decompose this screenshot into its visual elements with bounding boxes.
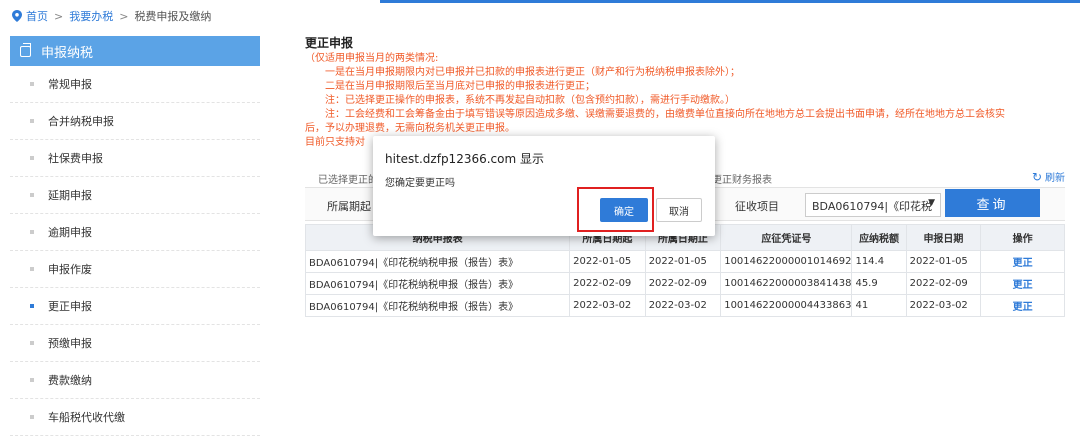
sidebar-item-label: 费款缴纳	[48, 374, 92, 387]
dialog-title: hitest.dzfp12366.com 显示	[385, 152, 544, 166]
bullet-icon	[30, 230, 34, 234]
selected-label: 已选择更正的	[318, 175, 378, 186]
note-line: 二是在当月申报期限后至当月底对已申报的申报表进行更正；	[325, 81, 595, 92]
sidebar-item-label: 更正申报	[48, 300, 92, 313]
top-bar: 首页 > 我要办税 > 税费申报及缴纳	[0, 0, 1080, 30]
cell-period-start: 2022-03-02	[569, 294, 646, 317]
cell-form: BDA0610794|《印花税纳税申报（报告）表》	[304, 250, 571, 273]
table-row: BDA0610794|《印花税纳税申报（报告）表》 2022-03-02 202…	[304, 294, 1065, 317]
sidebar-item-overdue-filing[interactable]: 逾期申报	[10, 214, 260, 251]
sidebar-item-label: 预缴申报	[48, 337, 92, 350]
filing-table: 纳税申报表 所属日期起 所属日期止 应征凭证号 应纳税额 申报日期 操作 BDA…	[304, 224, 1065, 317]
sidebar-item-prepayment-filing[interactable]: 预缴申报	[10, 325, 260, 362]
confirm-dialog: hitest.dzfp12366.com 显示 您确定要更正吗 确定 取消	[373, 136, 715, 236]
breadcrumb-level1-link[interactable]: 我要办税	[69, 8, 113, 24]
cell-period-start: 2022-01-05	[569, 250, 646, 273]
bullet-icon	[30, 304, 34, 308]
sidebar-item-label: 申报作废	[48, 263, 92, 276]
tax-item-select[interactable]: BDA0610794|《印花税 ▼	[805, 193, 941, 217]
tax-item-select-value: BDA0610794|《印花税	[812, 200, 933, 213]
cell-voucher-no: 10014622000004433863	[720, 294, 853, 317]
column-header: 操作	[980, 224, 1065, 251]
note-line: 注：已选择更正操作的申报表，系统不再发起自动扣款（包含预约扣款），需进行手动缴款…	[325, 95, 735, 106]
cell-filing-date: 2022-01-05	[905, 250, 982, 273]
refresh-icon: ↻	[1031, 169, 1042, 184]
table-row: BDA0610794|《印花税纳税申报（报告）表》 2022-02-09 202…	[304, 272, 1065, 295]
sidebar-item-label: 社保费申报	[48, 152, 103, 165]
bullet-icon	[30, 193, 34, 197]
breadcrumb-home-link[interactable]: 首页	[26, 8, 48, 24]
correct-link[interactable]: 更正	[980, 272, 1065, 295]
sidebar-item-deferred-filing[interactable]: 延期申报	[10, 177, 260, 214]
cell-period-end: 2022-01-05	[644, 250, 722, 273]
sidebar-item-correction-filing[interactable]: 更正申报	[10, 288, 260, 325]
cell-filing-date: 2022-02-09	[905, 272, 982, 295]
sidebar-header[interactable]: 申报纳税	[10, 36, 260, 66]
bullet-icon	[30, 119, 34, 123]
page-title: 更正申报	[305, 36, 354, 50]
sidebar-item-label: 车船税代收代缴	[48, 411, 125, 424]
bullet-icon	[30, 378, 34, 382]
chevron-down-icon: ▼	[928, 198, 935, 208]
sidebar-item-void-filing[interactable]: 申报作废	[10, 251, 260, 288]
cell-period-end: 2022-02-09	[644, 272, 722, 295]
column-header: 申报日期	[905, 224, 982, 251]
sidebar-item-label: 逾期申报	[48, 226, 92, 239]
table-row: BDA0610794|《印花税纳税申报（报告）表》 2022-01-05 202…	[304, 250, 1065, 273]
column-header: 应纳税额	[851, 224, 907, 251]
period-start-label: 所属期起	[327, 200, 371, 213]
sidebar-item-vehicle-tax[interactable]: 车船税代收代缴	[10, 399, 260, 436]
bullet-icon	[30, 415, 34, 419]
sidebar-item-label: 合并纳税申报	[48, 115, 114, 128]
bullet-icon	[30, 341, 34, 345]
dialog-message: 您确定要更正吗	[385, 178, 455, 189]
note-line: 注：工会经费和工会筹备金由于填写错误等原因造成多缴、误缴需要退费的，由缴费单位直…	[325, 109, 1005, 120]
cell-filing-date: 2022-03-02	[905, 294, 982, 317]
sidebar-item-label: 延期申报	[48, 189, 92, 202]
note-line: 后，予以办理退费，无需向税务机关更正申报。	[305, 123, 515, 134]
breadcrumb-separator: >	[54, 9, 64, 23]
sidebar-item-social-insurance[interactable]: 社保费申报	[10, 140, 260, 177]
note-line: 一是在当月申报期限内对已申报并已扣款的申报表进行更正（财产和行为税纳税申报表除外…	[325, 67, 740, 78]
breadcrumb: 首页 > 我要办税 > 税费申报及缴纳	[12, 8, 211, 24]
top-accent-line	[380, 0, 1080, 3]
note-line: （仅适用申报当月的两类情况:	[305, 53, 439, 64]
tax-item-label: 征收项目	[735, 200, 779, 213]
sidebar: 申报纳税 常规申报 合并纳税申报 社保费申报 延期申报 逾期申报 申报作废 更正…	[10, 36, 260, 446]
sidebar-item-regular-filing[interactable]: 常规申报	[10, 66, 260, 103]
sidebar-item-consolidated-filing[interactable]: 合并纳税申报	[10, 103, 260, 140]
cell-period-start: 2022-02-09	[569, 272, 646, 295]
cell-period-end: 2022-03-02	[644, 294, 722, 317]
cell-tax-amount: 114.4	[851, 250, 907, 273]
bullet-icon	[30, 267, 34, 271]
sidebar-item-payment[interactable]: 费款缴纳	[10, 362, 260, 399]
correct-link[interactable]: 更正	[980, 250, 1065, 273]
bullet-icon	[30, 82, 34, 86]
correct-link[interactable]: 更正	[980, 294, 1065, 317]
refresh-label: 刷新	[1045, 173, 1065, 184]
cell-voucher-no: 10014622000003841438	[720, 272, 853, 295]
column-header: 应征凭证号	[720, 224, 853, 251]
sidebar-header-label: 申报纳税	[41, 45, 94, 61]
cell-form: BDA0610794|《印花税纳税申报（报告）表》	[304, 272, 571, 295]
breadcrumb-separator: >	[119, 9, 129, 23]
cell-tax-amount: 41	[851, 294, 907, 317]
query-button[interactable]: 查询	[945, 189, 1040, 217]
cell-voucher-no: 10014622000001014692	[720, 250, 853, 273]
cell-tax-amount: 45.9	[851, 272, 907, 295]
cell-form: BDA0610794|《印花税纳税申报（报告）表》	[304, 294, 571, 317]
copy-icon	[20, 42, 31, 57]
confirm-button[interactable]: 确定	[600, 198, 648, 222]
breadcrumb-current: 税费申报及缴纳	[134, 10, 212, 23]
bullet-icon	[30, 156, 34, 160]
main-content: 更正申报 （仅适用申报当月的两类情况: 一是在当月申报期限内对已申报并已扣款的申…	[304, 36, 1075, 446]
refresh-button[interactable]: ↻ 刷新	[1031, 169, 1065, 185]
location-pin-icon	[12, 10, 22, 22]
sidebar-item-label: 常规申报	[48, 78, 92, 91]
cancel-button[interactable]: 取消	[656, 198, 702, 222]
